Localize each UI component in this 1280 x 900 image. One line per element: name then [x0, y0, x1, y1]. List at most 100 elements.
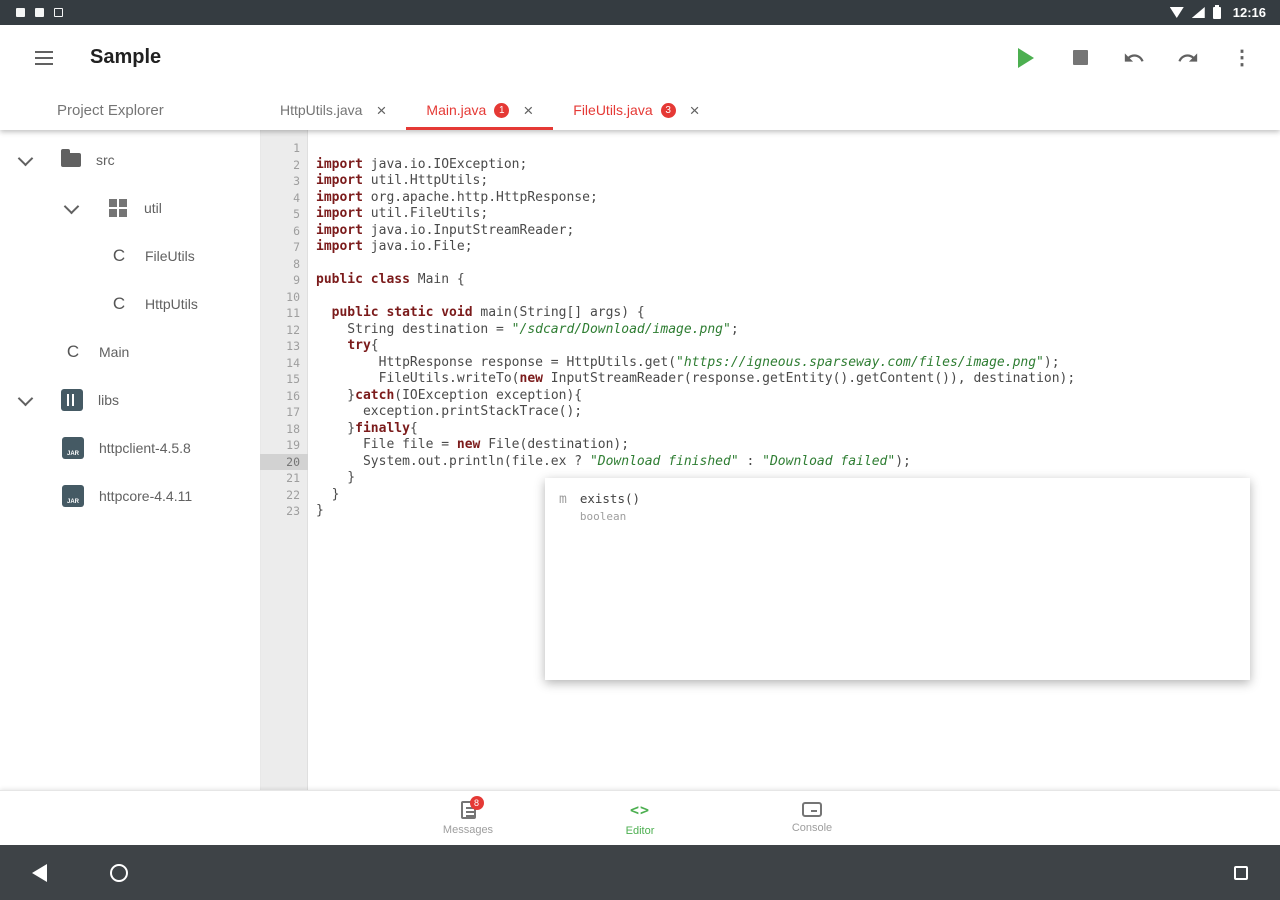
tree-item-httpclient-4-5-8[interactable]: JARhttpclient-4.5.8 — [0, 424, 260, 472]
autocomplete-name: exists() — [580, 491, 640, 506]
menu-button[interactable] — [26, 40, 62, 76]
tree-item-httpcore-4-4-11[interactable]: JARhttpcore-4.4.11 — [0, 472, 260, 520]
tree-item-libs[interactable]: libs — [0, 376, 260, 424]
chevron-down-icon[interactable] — [18, 390, 34, 406]
tab-fileutils-java[interactable]: FileUtils.java 3 × — [553, 90, 719, 130]
tree-item-fileutils[interactable]: CFileUtils — [0, 232, 260, 280]
code-token: public static void — [332, 305, 473, 320]
code-token: new — [457, 437, 480, 452]
code-line[interactable]: 2import java.io.IOException; — [260, 157, 1280, 174]
screen: 12:16 Sample — [0, 0, 1280, 900]
code-token: java.io.File; — [363, 239, 473, 254]
code-line[interactable]: 19 File file = new File(destination); — [260, 437, 1280, 454]
editor-icon: <> — [630, 800, 650, 820]
code-line[interactable]: 11 public static void main(String[] args… — [260, 305, 1280, 322]
status-system-icons: 12:16 — [1170, 5, 1270, 20]
close-tab-icon[interactable]: × — [523, 102, 533, 119]
overflow-menu-icon: ⋮ — [1232, 48, 1252, 68]
code-token: import — [316, 173, 363, 188]
code-text: HttpResponse response = HttpUtils.get("h… — [308, 355, 1060, 372]
code-token: import — [316, 239, 363, 254]
stop-button[interactable] — [1060, 38, 1100, 78]
tab-label: FileUtils.java — [573, 102, 652, 118]
bottom-nav-label: Console — [792, 822, 832, 834]
bottom-nav-messages[interactable]: 8Messages — [432, 801, 504, 836]
unread-count-badge: 8 — [470, 796, 484, 810]
code-token: "Download finished" — [590, 454, 739, 469]
tab-row: Project Explorer HttpUtils.java×Main.jav… — [0, 90, 1280, 130]
code-token: new — [520, 371, 543, 386]
tree-item-main[interactable]: CMain — [0, 328, 260, 376]
stop-icon — [1073, 50, 1088, 65]
tree-item-util[interactable]: util — [0, 184, 260, 232]
tree-item-label: src — [96, 152, 115, 168]
autocomplete-item[interactable]: m exists() boolean — [545, 478, 1250, 536]
undo-button[interactable] — [1114, 38, 1154, 78]
tree-item-src[interactable]: src — [0, 136, 260, 184]
code-lines: 12import java.io.IOException;3import uti… — [260, 140, 1280, 520]
bottom-nav-editor[interactable]: <>Editor — [604, 800, 676, 837]
code-text — [308, 256, 316, 273]
code-line[interactable]: 8 — [260, 256, 1280, 273]
close-tab-icon[interactable]: × — [690, 102, 700, 119]
code-line[interactable]: 16 }catch(IOException exception){ — [260, 388, 1280, 405]
code-line[interactable]: 9public class Main { — [260, 272, 1280, 289]
project-explorer-panel: srcutilCFileUtilsCHttpUtilsCMainlibsJARh… — [0, 130, 260, 790]
line-number: 21 — [260, 470, 308, 487]
status-notifications — [10, 8, 73, 17]
status-time: 12:16 — [1233, 5, 1266, 20]
run-button[interactable] — [1006, 38, 1046, 78]
tab-bar: HttpUtils.java×Main.java1×FileUtils.java… — [260, 90, 720, 130]
code-token: ); — [1044, 355, 1060, 370]
code-line[interactable]: 20 System.out.println(file.ex ? "Downloa… — [260, 454, 1280, 471]
code-text: import util.FileUtils; — [308, 206, 488, 223]
code-text: FileUtils.writeTo(new InputStreamReader(… — [308, 371, 1075, 388]
line-number: 6 — [260, 223, 308, 240]
code-line[interactable]: 14 HttpResponse response = HttpUtils.get… — [260, 355, 1280, 372]
overflow-menu-button[interactable]: ⋮ — [1222, 38, 1262, 78]
home-button[interactable] — [110, 864, 128, 882]
back-button[interactable] — [32, 864, 47, 882]
code-line[interactable]: 10 — [260, 289, 1280, 306]
code-text: } — [308, 487, 339, 504]
notification-icon-1 — [16, 8, 25, 17]
code-line[interactable]: 7import java.io.File; — [260, 239, 1280, 256]
code-line[interactable]: 13 try{ — [260, 338, 1280, 355]
code-token: ); — [895, 454, 911, 469]
code-text: import java.io.InputStreamReader; — [308, 223, 574, 240]
code-token — [316, 305, 332, 320]
code-token: { — [371, 338, 379, 353]
code-token: import — [316, 190, 363, 205]
code-token: util.HttpUtils; — [363, 173, 488, 188]
tab-httputils-java[interactable]: HttpUtils.java× — [260, 90, 406, 130]
code-line[interactable]: 17 exception.printStackTrace(); — [260, 404, 1280, 421]
line-number: 4 — [260, 190, 308, 207]
editor-panel[interactable]: 12import java.io.IOException;3import uti… — [260, 130, 1280, 790]
notification-icon-2 — [35, 8, 44, 17]
chevron-down-icon[interactable] — [64, 198, 80, 214]
code-token: catch — [355, 388, 394, 403]
code-line[interactable]: 1 — [260, 140, 1280, 157]
code-text: public class Main { — [308, 272, 465, 289]
code-line[interactable]: 6import java.io.InputStreamReader; — [260, 223, 1280, 240]
code-line[interactable]: 3import util.HttpUtils; — [260, 173, 1280, 190]
code-text: exception.printStackTrace(); — [308, 404, 582, 421]
bottom-nav-console[interactable]: Console — [776, 802, 848, 834]
error-count-badge: 3 — [661, 103, 676, 118]
code-line[interactable]: 12 String destination = "/sdcard/Downloa… — [260, 322, 1280, 339]
tab-main-java[interactable]: Main.java1× — [406, 90, 553, 130]
chevron-down-icon[interactable] — [18, 150, 34, 166]
code-text: } — [308, 503, 324, 520]
tree-item-httputils[interactable]: CHttpUtils — [0, 280, 260, 328]
close-tab-icon[interactable]: × — [376, 102, 386, 119]
redo-button[interactable] — [1168, 38, 1208, 78]
code-line[interactable]: 5import util.FileUtils; — [260, 206, 1280, 223]
messages-icon: 8 — [461, 801, 476, 819]
code-token: File(destination); — [480, 437, 629, 452]
line-number: 23 — [260, 503, 308, 520]
package-icon — [107, 197, 129, 219]
code-line[interactable]: 4import org.apache.http.HttpResponse; — [260, 190, 1280, 207]
recents-button[interactable] — [1234, 866, 1248, 880]
code-line[interactable]: 18 }finally{ — [260, 421, 1280, 438]
code-line[interactable]: 15 FileUtils.writeTo(new InputStreamRead… — [260, 371, 1280, 388]
